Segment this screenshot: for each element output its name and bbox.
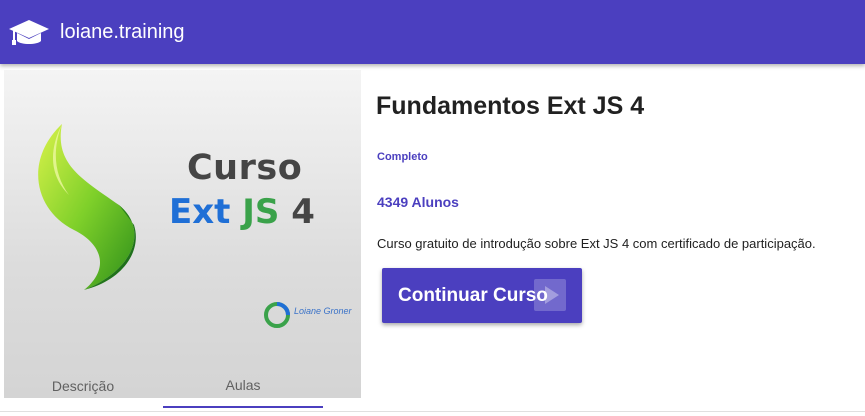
tab-label: Aulas — [225, 377, 261, 393]
extjs-leaf-logo — [38, 124, 136, 290]
play-video-icon — [534, 279, 566, 311]
continue-course-label: Continuar Curso — [398, 284, 548, 306]
thumbnail-js-word: JS — [242, 192, 280, 232]
thumbnail-ext-word: Ext — [169, 192, 231, 232]
continue-course-button[interactable]: Continuar Curso — [382, 268, 582, 323]
course-title: Fundamentos Ext JS 4 — [376, 92, 645, 120]
top-toolbar: loiane.training — [0, 0, 865, 64]
course-status-badge: Completo — [377, 151, 428, 163]
thumbnail-extjs-text: Ext JS 4 — [169, 192, 315, 232]
tab-label: Descrição — [51, 378, 115, 394]
course-tabs: Descrição Aulas — [0, 364, 865, 412]
thumbnail-brand-text: Loiane Groner — [294, 306, 352, 316]
course-card: Curso Ext JS 4 Loiane Groner Fundamentos… — [0, 64, 865, 416]
course-thumbnail: Curso Ext JS 4 Loiane Groner — [4, 70, 361, 398]
graduation-cap-icon[interactable] — [7, 16, 51, 48]
student-count: 4349 Alunos — [377, 194, 459, 210]
thumbnail-version: 4 — [291, 192, 315, 232]
thumbnail-curso-text: Curso — [187, 148, 303, 188]
brand-title[interactable]: loiane.training — [60, 21, 185, 44]
course-description: Curso gratuito de introdução sobre Ext J… — [377, 236, 816, 251]
tab-aulas[interactable]: Aulas — [163, 364, 323, 408]
loiane-groner-logo-icon — [264, 302, 290, 328]
tab-descricao[interactable]: Descrição — [3, 364, 163, 408]
